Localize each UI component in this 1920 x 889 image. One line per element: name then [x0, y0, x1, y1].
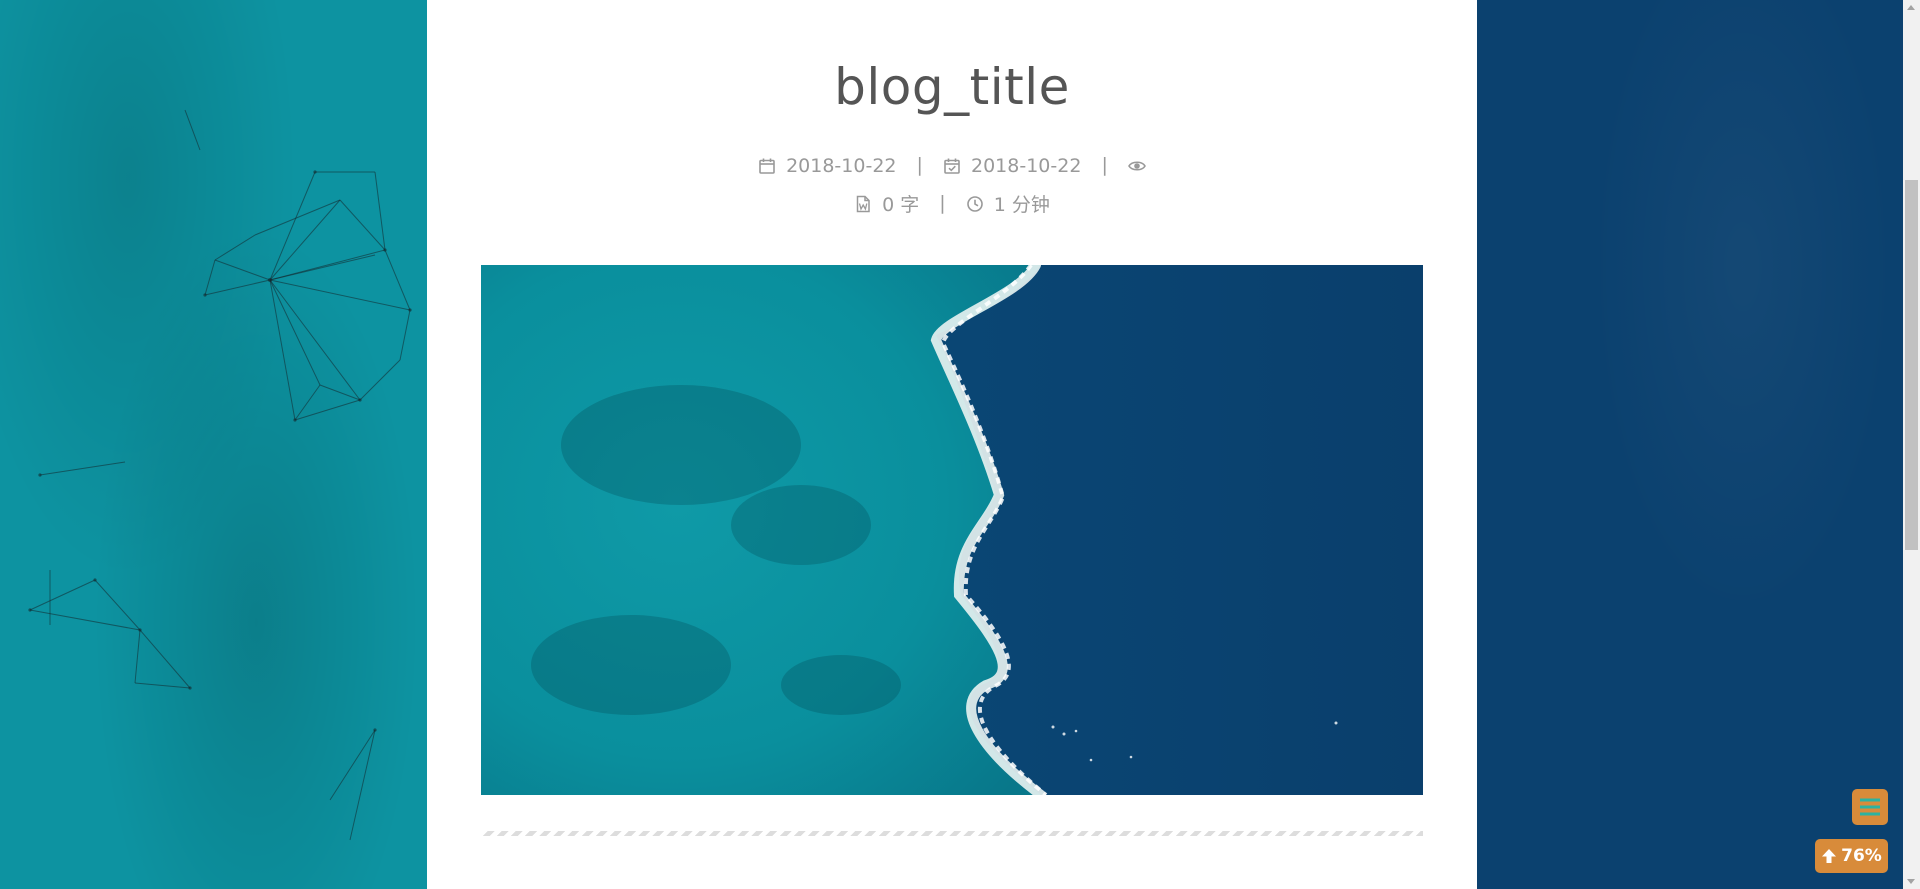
post-meta-dates: 2018-10-22 | 2018-10-22 | — [427, 154, 1477, 177]
post-created-date: 2018-10-22 — [758, 154, 897, 177]
file-word-icon — [854, 195, 872, 213]
meta-separator: | — [939, 192, 946, 214]
arrow-up-icon — [1821, 848, 1837, 864]
post-read-time: 1 分钟 — [966, 190, 1050, 217]
hamburger-menu-icon — [1858, 796, 1882, 818]
post-divider — [481, 831, 1423, 836]
scroll-down-arrow-icon[interactable] — [1907, 879, 1915, 884]
meta-separator: | — [1101, 154, 1108, 176]
post-updated-date: 2018-10-22 — [943, 155, 1081, 177]
post-views — [1127, 157, 1146, 175]
created-date-text: 2018-10-22 — [786, 154, 897, 177]
updated-date-text: 2018-10-22 — [971, 154, 1082, 177]
particle-network-decoration — [28, 109, 412, 841]
post-card: blog_title 2018-10-22 | 2018-10-22 | 0 字… — [427, 0, 1477, 889]
read-time-text: 1 分钟 — [993, 194, 1050, 216]
calendar-check-icon — [943, 157, 961, 175]
post-title[interactable]: blog_title — [427, 58, 1477, 116]
post-meta-stats: 0 字 | 1 分钟 — [427, 190, 1477, 217]
word-count-text: 0 字 — [882, 194, 920, 216]
background-deep-sea — [1477, 0, 1920, 889]
post-cover-image — [481, 265, 1423, 795]
scroll-percent: 76% — [1841, 846, 1882, 866]
meta-separator: | — [916, 154, 923, 176]
page-scrollbar[interactable] — [1903, 0, 1920, 889]
eye-icon — [1127, 157, 1146, 175]
back-to-top-button[interactable]: 76% — [1815, 839, 1888, 873]
scrollbar-thumb[interactable] — [1905, 180, 1918, 550]
sidebar-toggle-button[interactable] — [1852, 789, 1888, 825]
clock-icon — [966, 195, 984, 213]
calendar-icon — [758, 157, 776, 175]
post-word-count: 0 字 — [854, 190, 919, 217]
scroll-up-arrow-icon[interactable] — [1907, 5, 1915, 10]
